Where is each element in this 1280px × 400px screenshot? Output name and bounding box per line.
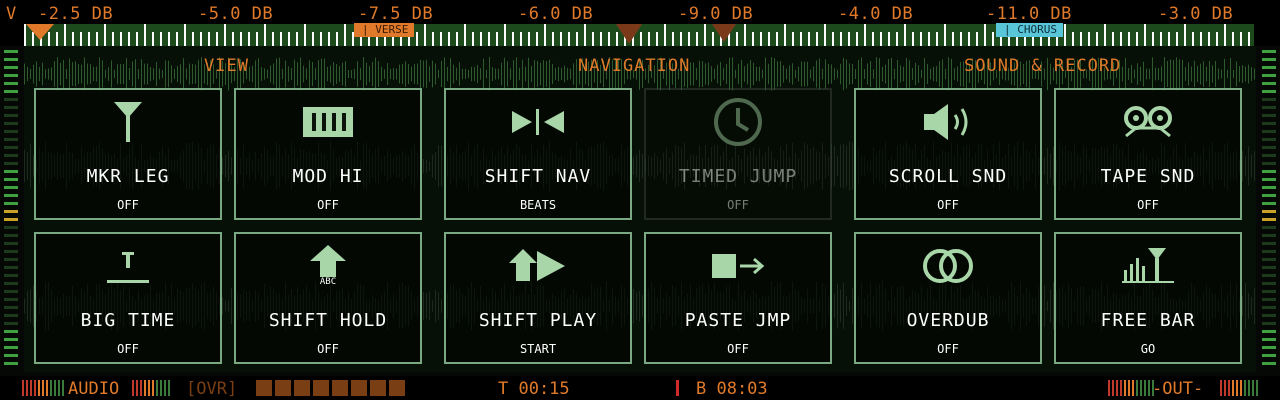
tile-state: OFF (727, 342, 749, 356)
out-label[interactable]: -OUT- (1152, 379, 1203, 399)
ruler-v-label: V (6, 4, 17, 24)
audio-meter-right (132, 380, 170, 396)
scroll-snd-button[interactable]: SCROLL SND OFF (854, 88, 1042, 220)
db-label: -7.5 DB (358, 4, 434, 24)
shift-hold-sublabel: ABC (319, 277, 337, 287)
tile-label: MOD HI (292, 166, 364, 187)
paste-jump-icon (712, 254, 765, 278)
audio-label[interactable]: AUDIO (68, 379, 119, 399)
right-level-meter (1262, 50, 1276, 365)
playhead-icon[interactable] (26, 24, 54, 42)
shift-nav-button[interactable]: SHIFT NAV BEATS (444, 88, 632, 220)
db-label: -9.0 DB (678, 4, 754, 24)
mkr-leg-button[interactable]: MKR LEG OFF (34, 88, 222, 220)
section-view: VIEW (204, 56, 249, 76)
ovr-indicator[interactable]: [OVR] (186, 379, 237, 399)
meter-bars-icon (303, 107, 353, 137)
big-time-button[interactable]: BIG TIME OFF (34, 232, 222, 364)
app-window: V -2.5 DB -5.0 DB -7.5 DB -6.0 DB -9.0 D… (0, 0, 1280, 400)
out-meter (1108, 380, 1154, 396)
free-bar-icon (1122, 248, 1174, 283)
tile-state: OFF (937, 342, 959, 356)
shift-play-button[interactable]: SHIFT PLAY START (444, 232, 632, 364)
tile-label: FREE BAR (1100, 310, 1196, 331)
tape-icon (1124, 106, 1172, 138)
ruler-ticks (24, 24, 1254, 46)
position-marker (676, 380, 679, 396)
tile-label: SHIFT HOLD (268, 310, 388, 331)
db-label: -6.0 DB (518, 4, 594, 24)
tape-snd-button[interactable]: TAPE SND OFF (1054, 88, 1242, 220)
tile-label: TAPE SND (1100, 166, 1196, 187)
db-label: -2.5 DB (38, 4, 114, 24)
db-label: -4.0 DB (838, 4, 914, 24)
db-label: -5.0 DB (198, 4, 274, 24)
tile-label: OVERDUB (906, 310, 990, 331)
antenna-icon (114, 102, 142, 142)
db-label: -11.0 DB (986, 4, 1072, 24)
tile-label: MKR LEG (86, 166, 170, 187)
clock-icon (714, 98, 762, 146)
bar-readout: B 08:03 (696, 379, 768, 399)
text-cursor-icon (107, 252, 149, 283)
speaker-icon (924, 104, 968, 140)
tile-state: OFF (317, 198, 339, 212)
out-meter-right (1220, 380, 1258, 396)
tile-state: START (519, 342, 557, 356)
timeline-ruler[interactable]: V -2.5 DB -5.0 DB -7.5 DB -6.0 DB -9.0 D… (0, 0, 1280, 46)
tile-label: BIG TIME (80, 310, 176, 331)
tile-state: BEATS (519, 198, 557, 212)
tile-label: SHIFT PLAY (478, 310, 598, 331)
overdub-icon (923, 249, 973, 283)
overdub-button[interactable]: OVERDUB OFF (854, 232, 1042, 364)
shift-play-icon (509, 249, 565, 281)
audio-meter-left (22, 380, 64, 396)
tile-label: TIMED JUMP (678, 166, 798, 187)
ovr-blocks (256, 380, 405, 396)
verse-marker[interactable]: | VERSE (354, 23, 415, 37)
tile-state: OFF (727, 198, 749, 212)
tile-state: OFF (317, 342, 339, 356)
control-grid: VIEW NAVIGATION SOUND & RECORD MKR LEG O… (24, 46, 1256, 372)
status-bar: AUDIO [OVR] T 00:15 B 08:03 -OUT- (0, 376, 1280, 400)
nav-arrows-icon (512, 109, 564, 135)
section-sound-record: SOUND & RECORD (964, 56, 1122, 76)
tile-label: SHIFT NAV (484, 166, 592, 187)
tile-state: OFF (117, 342, 139, 356)
tile-state: OFF (1137, 198, 1159, 212)
section-navigation: NAVIGATION (578, 56, 691, 76)
db-label: -3.0 DB (1158, 4, 1234, 24)
tile-state: OFF (117, 198, 139, 212)
shift-hold-button[interactable]: ABC SHIFT HOLD OFF (234, 232, 422, 364)
shift-arrow-icon (310, 245, 346, 277)
left-level-meter (4, 50, 18, 365)
free-bar-button[interactable]: FREE BAR GO (1054, 232, 1242, 364)
time-readout: T 00:15 (498, 379, 570, 399)
tile-state: OFF (937, 198, 959, 212)
tile-label: SCROLL SND (888, 166, 1008, 187)
chorus-marker[interactable]: | CHORUS (996, 23, 1063, 37)
tile-state: GO (1140, 342, 1156, 356)
paste-jmp-button[interactable]: PASTE JMP OFF (644, 232, 832, 364)
timed-jump-button[interactable]: TIMED JUMP OFF (644, 88, 832, 220)
tile-label: PASTE JMP (684, 310, 792, 331)
mod-hi-button[interactable]: MOD HI OFF (234, 88, 422, 220)
